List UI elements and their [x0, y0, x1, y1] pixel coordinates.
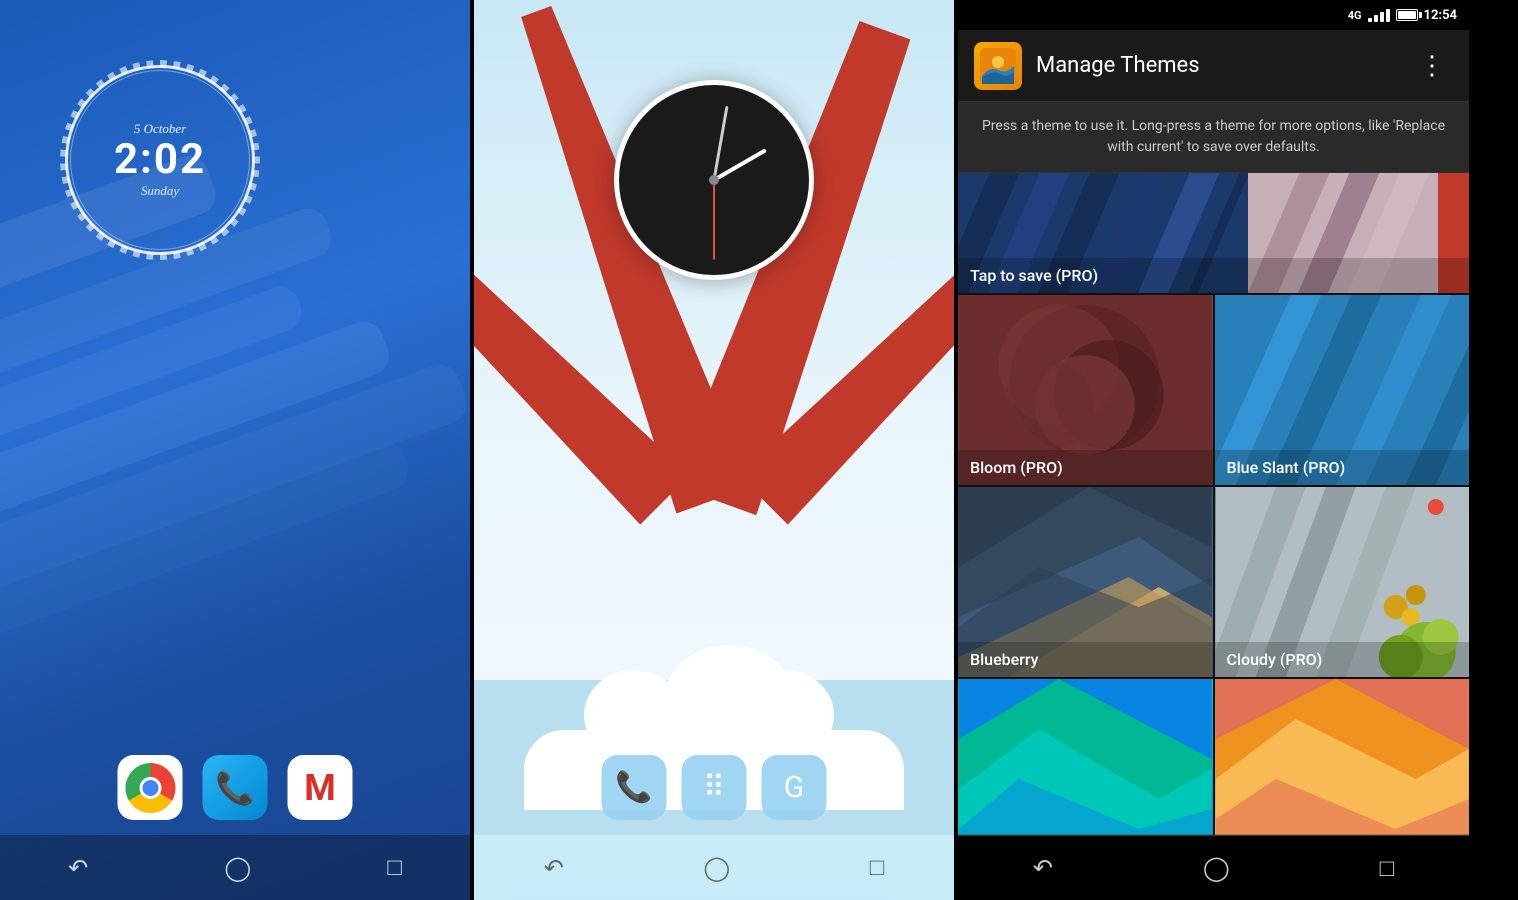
cloudy-label: Cloudy (PRO) — [1215, 642, 1470, 677]
blueSlant-label: Blue Slant (PRO) — [1215, 450, 1470, 485]
chrome-inner — [139, 777, 161, 799]
battery-icon — [1396, 9, 1418, 21]
phone-icon-glyph: 📞 — [215, 769, 255, 807]
phone-icon-bg: 📞 — [203, 755, 268, 820]
clock-time: 2:02 — [114, 139, 206, 181]
themes-app-icon — [974, 42, 1022, 90]
tapSave-label: Tap to save (PRO) — [958, 258, 1469, 293]
middle-phone-screen: 📞 ⠿ G ↶ ◯ □ — [474, 0, 954, 900]
battery-fill — [1398, 11, 1416, 19]
themes-title: Manage Themes — [1036, 53, 1397, 78]
apps-mid-glyph: ⠿ — [703, 770, 725, 805]
blueberry-label: Blueberry — [958, 642, 1213, 677]
themes-grid: Tap to save (PRO) Bloom (PRO) — [958, 173, 1469, 835]
signal-bar-4 — [1386, 9, 1390, 22]
left-app-icons: 📞 M — [118, 755, 353, 820]
left-nav-bar: ↶ ◯ □ — [0, 835, 470, 900]
phone-app-icon[interactable]: 📞 — [203, 755, 268, 820]
gmail-app-icon[interactable]: M — [288, 755, 353, 820]
signal-bar-1 — [1368, 18, 1372, 22]
back-button-mid[interactable]: ↶ — [544, 854, 564, 882]
middle-nav-bar: ↶ ◯ □ — [474, 835, 954, 900]
clock-date: 5 October — [134, 121, 186, 137]
theme-tapSave[interactable]: Tap to save (PRO) — [958, 173, 1469, 293]
clock-badge: 5 October 2:02 Sunday — [65, 65, 255, 255]
manage-themes-panel: 4G 12:54 Manage Themes ⋮ — [958, 0, 1469, 900]
analog-clock — [614, 80, 814, 280]
clock-center-dot — [709, 175, 719, 185]
google-mid-glyph: G — [784, 770, 804, 805]
recents-button-left[interactable]: □ — [387, 853, 402, 882]
second-hand — [713, 180, 715, 260]
home-button-mid[interactable]: ◯ — [703, 854, 730, 882]
theme-bloom[interactable]: Bloom (PRO) — [958, 295, 1213, 485]
back-button-left[interactable]: ↶ — [68, 854, 88, 882]
comet-svg — [958, 679, 1213, 835]
signal-bar-3 — [1380, 12, 1384, 22]
theme-blueberry[interactable]: Blueberry — [958, 487, 1213, 677]
apps-icon-mid[interactable]: ⠿ — [682, 755, 747, 820]
themes-icon-svg — [980, 48, 1016, 84]
recents-button-mid[interactable]: □ — [870, 853, 885, 882]
creamsicle-svg — [1215, 679, 1470, 835]
google-icon-mid[interactable]: G — [762, 755, 827, 820]
menu-button[interactable]: ⋮ — [1411, 47, 1453, 85]
themes-icon-img — [974, 42, 1022, 90]
right-nav-bar: ↶ ◯ □ — [958, 835, 1469, 900]
chrome-app-icon[interactable] — [118, 755, 183, 820]
hint-text: Press a theme to use it. Long-press a th… — [958, 102, 1469, 173]
recents-button-right[interactable]: □ — [1380, 854, 1395, 883]
theme-comet[interactable]: Comet (PRO) — [958, 679, 1213, 835]
chrome-circle — [125, 763, 175, 813]
theme-blueSlant[interactable]: Blue Slant (PRO) — [1215, 295, 1470, 485]
phone-icon-mid[interactable]: 📞 — [602, 755, 667, 820]
comet-label: Comet (PRO) — [958, 834, 1213, 835]
theme-creamsicle[interactable]: Creamsicle (PRO) — [1215, 679, 1470, 835]
bloom-label: Bloom (PRO) — [958, 450, 1213, 485]
status-time: 12:54 — [1424, 8, 1458, 23]
phone-mid-glyph: 📞 — [615, 770, 652, 805]
creamsicle-label: Creamsicle (PRO) — [1215, 834, 1470, 835]
home-button-right[interactable]: ◯ — [1203, 854, 1230, 882]
back-button-right[interactable]: ↶ — [1033, 854, 1053, 882]
theme-cloudy[interactable]: Cloudy (PRO) — [1215, 487, 1470, 677]
home-button-left[interactable]: ◯ — [224, 854, 251, 882]
middle-app-icons: 📞 ⠿ G — [602, 755, 827, 820]
lte-label: 4G — [1348, 9, 1362, 22]
signal-bars — [1368, 9, 1390, 22]
minute-hand — [713, 106, 729, 180]
status-bar: 4G 12:54 — [958, 0, 1469, 30]
clock-widget: 5 October 2:02 Sunday — [60, 60, 260, 260]
clock-day: Sunday — [141, 183, 179, 199]
gmail-m-letter: M — [304, 767, 336, 809]
themes-header: Manage Themes ⋮ — [958, 30, 1469, 102]
hour-hand — [713, 148, 767, 181]
left-phone-screen: 5 October 2:02 Sunday 📞 M ↶ ◯ □ — [0, 0, 470, 900]
signal-bar-2 — [1374, 15, 1378, 22]
